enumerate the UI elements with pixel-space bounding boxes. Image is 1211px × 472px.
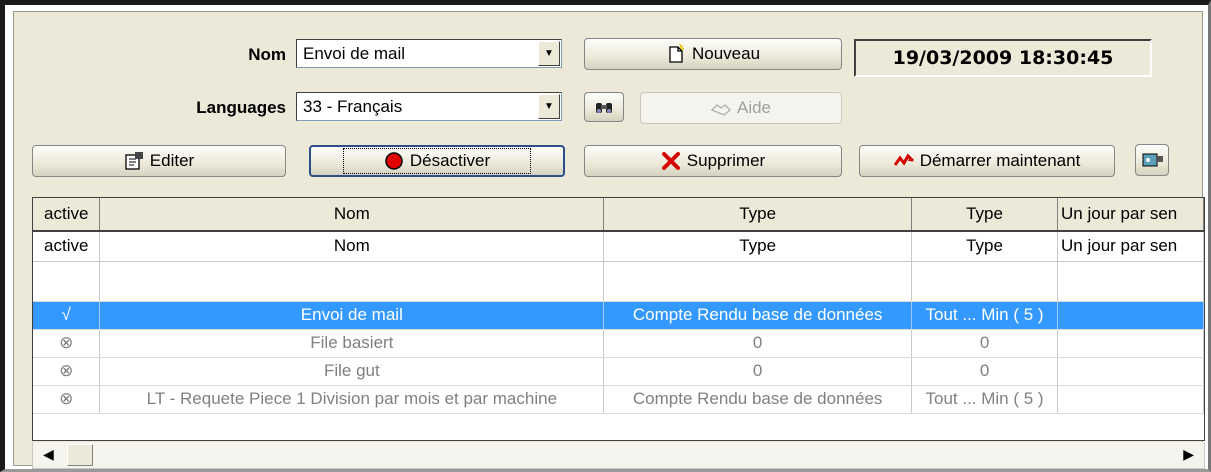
new-document-icon (666, 43, 686, 64)
row-jour[interactable] (1057, 329, 1204, 358)
nom-value: Envoi de mail (303, 43, 406, 63)
nom-combobox[interactable]: Envoi de mail ▼ (296, 39, 562, 68)
window-frame: Nom Envoi de mail ▼ Languages 33 - Franç… (0, 0, 1211, 472)
filter-jour[interactable]: Un jour par sen (1057, 231, 1204, 262)
languages-combobox[interactable]: 33 - Français ▼ (296, 92, 562, 121)
row-jour[interactable] (1057, 301, 1204, 330)
supprimer-label: Supprimer (686, 151, 766, 170)
chevron-down-icon[interactable]: ▼ (538, 94, 560, 119)
aide-button[interactable]: Aide (640, 92, 842, 124)
row-type-2[interactable]: Tout ... Min ( 5 ) (911, 301, 1059, 330)
col-header-nom[interactable]: Nom (99, 198, 605, 232)
cassette-tool-icon (1142, 150, 1163, 170)
datetime-display: 19/03/2009 18:30:45 (854, 39, 1152, 77)
demarrer-maintenant-button[interactable]: Démarrer maintenant (859, 145, 1115, 177)
red-x-icon (661, 151, 681, 171)
empty-row (33, 261, 1204, 302)
cassette-tool-button[interactable] (1135, 144, 1169, 176)
horizontal-scrollbar[interactable]: ◀ ▶ (32, 442, 1205, 469)
row-state-inactive[interactable]: ⊗ (33, 357, 101, 386)
editer-button[interactable]: Editer (32, 145, 286, 177)
edit-properties-icon (124, 151, 144, 171)
row-state-inactive[interactable]: ⊗ (33, 385, 101, 414)
col-header-type-2[interactable]: Type (911, 198, 1059, 232)
row-state-active[interactable]: √ (33, 301, 101, 330)
red-record-icon (384, 151, 404, 171)
nom-label: Nom (248, 45, 286, 64)
languages-label: Languages (196, 98, 286, 117)
empty-cell (911, 261, 1059, 302)
filter-row: active Nom Type Type Un jour par sen (33, 231, 1204, 262)
schedule-table: active Nom Type Type Un jour par sen act… (33, 198, 1204, 414)
schedule-grid[interactable]: active Nom Type Type Un jour par sen act… (32, 197, 1205, 441)
row-jour[interactable] (1057, 385, 1204, 414)
row-type[interactable]: Compte Rendu base de données (603, 385, 913, 414)
row-type[interactable]: 0 (603, 357, 913, 386)
row-type[interactable]: 0 (603, 329, 913, 358)
col-header-active[interactable]: active (33, 198, 101, 232)
row-nom[interactable]: File basiert (99, 329, 605, 358)
desactiver-button[interactable]: Désactiver (309, 145, 565, 177)
row-type-2[interactable]: 0 (911, 357, 1059, 386)
languages-value: 33 - Français (303, 96, 403, 116)
empty-cell (99, 261, 605, 302)
chevron-down-icon[interactable]: ▼ (538, 41, 560, 66)
scroll-right-icon[interactable]: ▶ (1183, 446, 1194, 463)
binoculars-icon (594, 97, 614, 117)
empty-cell (1057, 261, 1204, 302)
header-row: active Nom Type Type Un jour par sen (33, 198, 1204, 232)
search-button[interactable] (584, 92, 624, 122)
empty-cell (33, 261, 101, 302)
table-row[interactable]: √ Envoi de mail Compte Rendu base de don… (33, 301, 1204, 330)
red-arrows-icon (893, 151, 914, 171)
col-header-jour[interactable]: Un jour par sen (1057, 198, 1204, 232)
row-jour[interactable] (1057, 357, 1204, 386)
main-panel: Nom Envoi de mail ▼ Languages 33 - Franç… (13, 11, 1205, 469)
filter-active[interactable]: active (33, 231, 101, 262)
filter-nom[interactable]: Nom (99, 231, 605, 262)
supprimer-button[interactable]: Supprimer (584, 145, 842, 177)
row-nom[interactable]: File gut (99, 357, 605, 386)
demarrer-label: Démarrer maintenant (919, 151, 1081, 170)
row-type-2[interactable]: Tout ... Min ( 5 ) (911, 385, 1059, 414)
scroll-thumb[interactable] (67, 444, 93, 466)
scroll-left-icon[interactable]: ◀ (43, 446, 54, 463)
desactiver-focus-ring: Désactiver (342, 148, 532, 174)
table-row[interactable]: ⊗ File gut 0 0 (33, 357, 1204, 386)
col-header-type[interactable]: Type (603, 198, 913, 232)
row-type-2[interactable]: 0 (911, 329, 1059, 358)
nouveau-label: Nouveau (691, 44, 761, 63)
table-row[interactable]: ⊗ LT - Requete Piece 1 Division par mois… (33, 385, 1204, 414)
row-state-inactive[interactable]: ⊗ (33, 329, 101, 358)
editer-label: Editer (149, 151, 195, 170)
table-row[interactable]: ⊗ File basiert 0 0 (33, 329, 1204, 358)
aide-label: Aide (736, 98, 772, 117)
desactiver-label: Désactiver (409, 151, 491, 170)
empty-cell (603, 261, 913, 302)
filter-type-2[interactable]: Type (911, 231, 1059, 262)
handshake-icon (710, 98, 732, 118)
nouveau-button[interactable]: Nouveau (584, 38, 842, 70)
row-nom[interactable]: Envoi de mail (99, 301, 605, 330)
row-type[interactable]: Compte Rendu base de données (603, 301, 913, 330)
filter-type[interactable]: Type (603, 231, 913, 262)
row-nom[interactable]: LT - Requete Piece 1 Division par mois e… (99, 385, 605, 414)
